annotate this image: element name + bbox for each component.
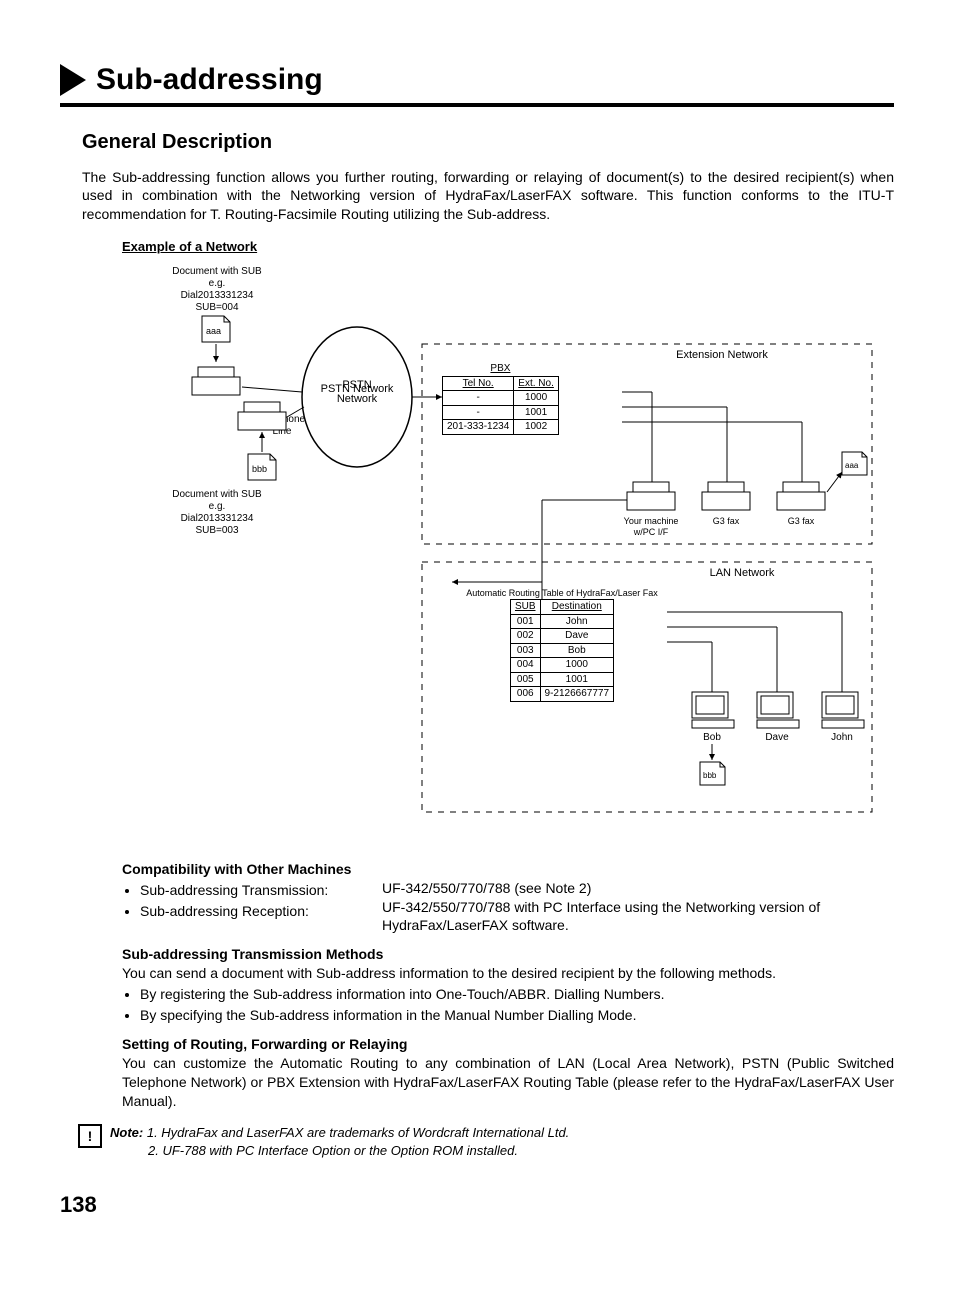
network-diagram: Document with SUB e.g. Dial2013331234 SU… <box>122 262 894 842</box>
svg-text:Dave: Dave <box>765 732 789 743</box>
lan-network-label: LAN Network <box>710 567 775 579</box>
pc-icon <box>757 692 799 728</box>
methods-header: Sub-addressing Transmission Methods <box>122 945 894 964</box>
note-block: ! Note: 1. HydraFax and LaserFAX are tra… <box>78 1124 894 1159</box>
fax-icon <box>238 402 286 430</box>
routing-table: SUBDestination 001John 002Dave 003Bob 00… <box>510 599 614 702</box>
document-icon: aaa <box>202 316 230 342</box>
pc-icon <box>692 692 734 728</box>
routing-body: You can customize the Automatic Routing … <box>122 1054 894 1111</box>
page-title: Sub-addressing <box>96 60 323 101</box>
doc-a-label: Document with SUB <box>172 266 262 277</box>
compat-rx-value: UF-342/550/770/788 with PC Interface usi… <box>382 898 894 936</box>
page-number: 138 <box>60 1190 894 1220</box>
pc-icon <box>822 692 864 728</box>
svg-text:aaa: aaa <box>206 326 221 336</box>
svg-text:bbb: bbb <box>703 771 717 780</box>
section-heading: General Description <box>82 129 894 156</box>
title-bar: Sub-addressing <box>60 60 894 107</box>
document-icon: aaa <box>842 452 867 475</box>
compat-tx-label: Sub-addressing Transmission: <box>140 881 382 900</box>
compat-rx-label: Sub-addressing Reception: <box>140 902 382 921</box>
note-1: 1. HydraFax and LaserFAX are trademarks … <box>147 1125 569 1140</box>
pbx-table: PBX Tel No.Ext. No. -1000 -1001 201-333-… <box>442 362 559 435</box>
svg-text:Document with SUB: Document with SUB <box>172 489 262 500</box>
ext-network-label: Extension Network <box>676 349 768 361</box>
example-header: Example of a Network <box>122 238 894 256</box>
note-label: Note: <box>110 1125 143 1140</box>
svg-text:Network: Network <box>337 393 378 405</box>
doc-a-sub: SUB=004 <box>195 302 239 313</box>
note-2: 2. UF-788 with PC Interface Option or th… <box>148 1142 518 1160</box>
svg-text:G3 fax: G3 fax <box>713 516 740 526</box>
fax-icon <box>702 482 750 510</box>
svg-text:G3 fax: G3 fax <box>788 516 815 526</box>
svg-text:PSTN: PSTN <box>342 379 371 391</box>
svg-text:Dial2013331234: Dial2013331234 <box>181 513 254 524</box>
svg-text:SUB=003: SUB=003 <box>195 525 239 536</box>
methods-bullet-2: By specifying the Sub-address informatio… <box>140 1006 894 1025</box>
svg-text:Your machine: Your machine <box>624 516 679 526</box>
svg-text:John: John <box>831 732 853 743</box>
methods-bullet-1: By registering the Sub-address informati… <box>140 985 894 1004</box>
methods-intro: You can send a document with Sub-address… <box>122 964 894 983</box>
fax-icon <box>192 367 240 395</box>
compat-tx-value: UF-342/550/770/788 (see Note 2) <box>382 879 894 898</box>
note-icon: ! <box>78 1124 102 1148</box>
document-icon: bbb <box>248 454 276 480</box>
document-icon: bbb <box>700 762 725 785</box>
fax-icon <box>777 482 825 510</box>
svg-text:w/PC I/F: w/PC I/F <box>633 527 669 537</box>
doc-a-eg: e.g. <box>209 278 226 289</box>
svg-text:bbb: bbb <box>252 464 267 474</box>
svg-text:aaa: aaa <box>845 461 859 470</box>
fax-icon <box>627 482 675 510</box>
svg-text:e.g.: e.g. <box>209 501 226 512</box>
routing-header: Setting of Routing, Forwarding or Relayi… <box>122 1035 894 1054</box>
doc-a-dial: Dial2013331234 <box>181 290 254 301</box>
svg-text:Bob: Bob <box>703 732 721 743</box>
intro-paragraph: The Sub-addressing function allows you f… <box>82 168 894 225</box>
triangle-icon <box>60 64 86 96</box>
compat-header: Compatibility with Other Machines <box>122 860 894 879</box>
